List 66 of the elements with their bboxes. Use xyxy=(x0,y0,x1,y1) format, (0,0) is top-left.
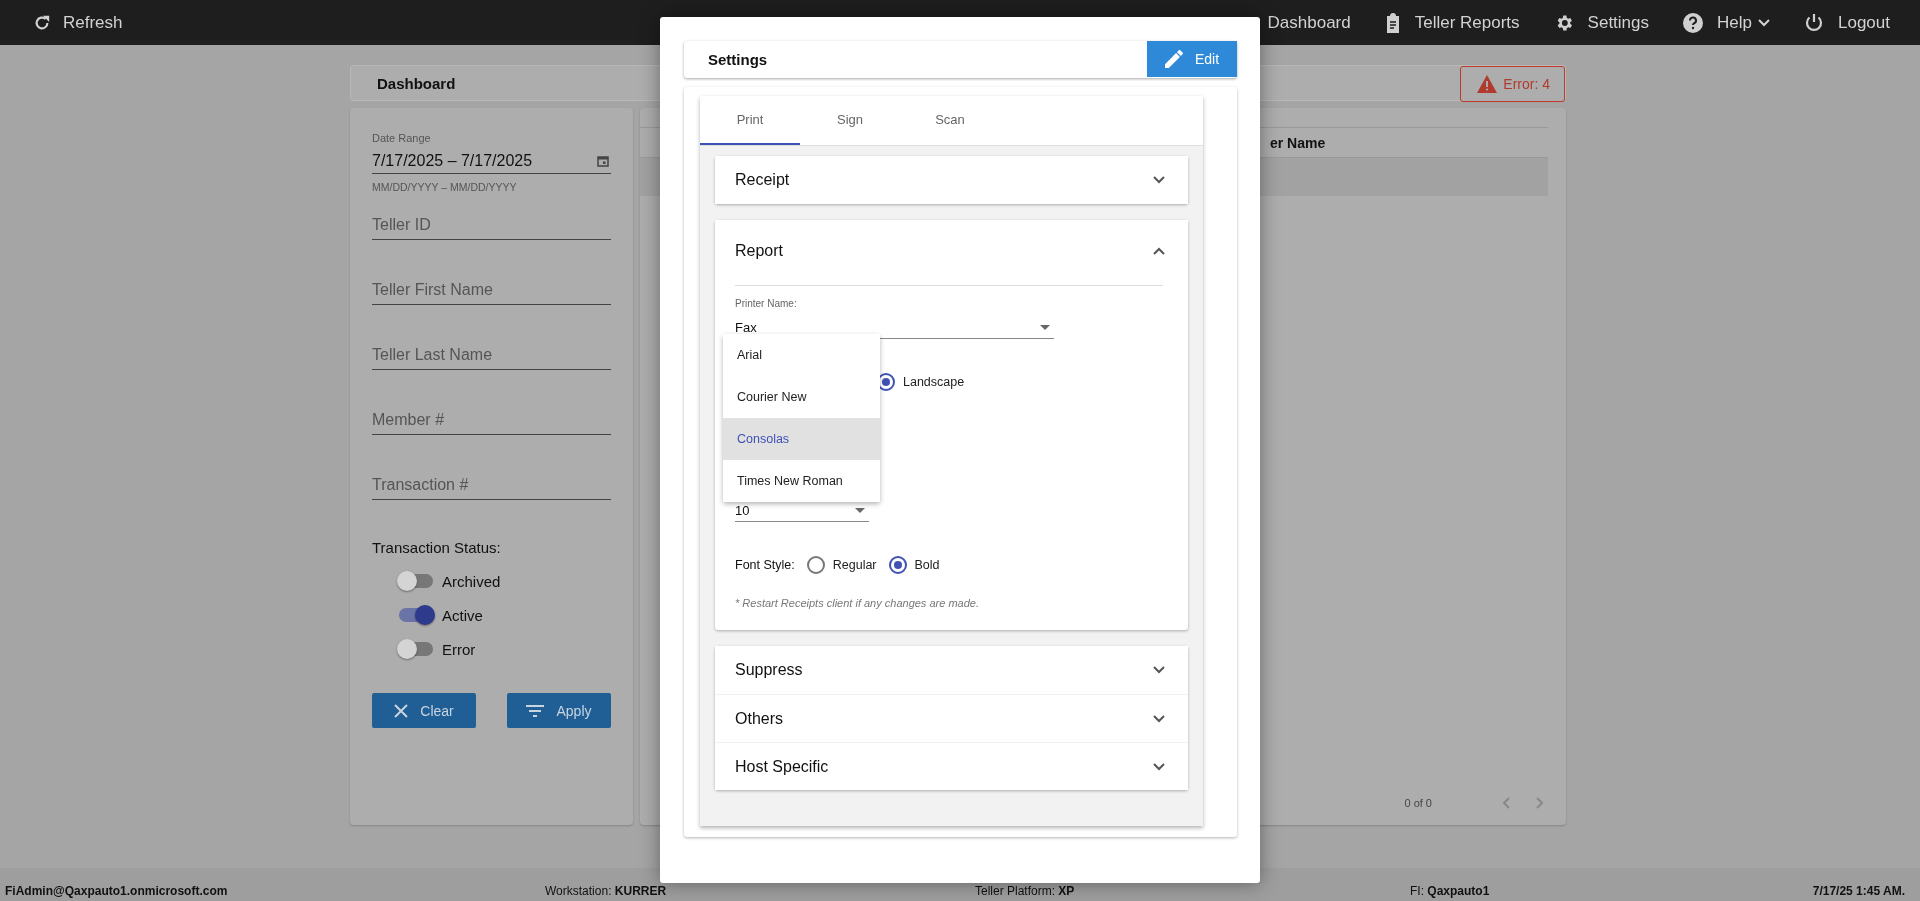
input-field[interactable]: Teller Last Name xyxy=(372,340,611,370)
dialog-title: Settings xyxy=(708,51,768,68)
nav-link[interactable]: Settings xyxy=(1553,12,1650,33)
nav-link[interactable]: Logout xyxy=(1804,12,1890,33)
clipboard-icon xyxy=(1384,12,1401,33)
clear-button[interactable]: Clear xyxy=(372,693,476,728)
close-icon xyxy=(394,703,409,718)
nav-link[interactable]: Help xyxy=(1683,12,1770,33)
panel-header[interactable]: Others xyxy=(715,694,1188,742)
time-text: 7/17/25 1:45 AM. xyxy=(1812,884,1905,898)
toggle-switch[interactable] xyxy=(399,642,433,656)
refresh-icon xyxy=(33,13,51,32)
toggle-switch[interactable] xyxy=(399,608,433,622)
input-field[interactable]: Member # xyxy=(372,405,611,435)
radio-option[interactable]: Bold xyxy=(888,556,940,574)
refresh-button[interactable]: Refresh xyxy=(33,12,123,33)
toggle-label: Active xyxy=(442,606,483,624)
chevron-down-icon xyxy=(1153,666,1165,674)
menu-item[interactable]: Arial xyxy=(723,334,880,376)
status-text: Teller Platform: XP xyxy=(975,884,1076,898)
field-label: Font Style: xyxy=(735,558,795,572)
status-label: Transaction Status: xyxy=(372,539,502,556)
panel-header[interactable]: Receipt xyxy=(715,156,1188,204)
caret-icon xyxy=(1040,324,1050,330)
status-text: FI: Qaxpauto1 xyxy=(1410,884,1490,898)
tab[interactable]: Scan xyxy=(900,96,1000,145)
note-text: * Restart Receipts client if any changes are made. xyxy=(735,597,980,609)
pencil-icon xyxy=(1164,50,1183,68)
column-header: er Name xyxy=(1270,134,1326,151)
tab[interactable]: Sign xyxy=(800,96,900,145)
toggle-switch[interactable] xyxy=(399,574,433,588)
apply-button[interactable]: Apply xyxy=(507,693,611,728)
field-label: Printer Name: xyxy=(735,298,798,310)
warning-icon xyxy=(1477,75,1498,93)
status-text: Workstation: KURRER xyxy=(545,884,668,898)
nav-link[interactable]: Dashboard xyxy=(1267,12,1351,33)
panel-header[interactable]: Suppress xyxy=(715,646,1188,694)
menu-item[interactable]: Courier New xyxy=(723,376,880,418)
tab[interactable]: Print xyxy=(700,96,800,145)
power-icon xyxy=(1804,12,1824,33)
menu-item[interactable]: Times New Roman xyxy=(723,460,880,502)
help-icon xyxy=(1683,12,1704,33)
user-text: FiAdmin@Qaxpauto1.onmicrosoft.com xyxy=(5,884,229,898)
date-range-field[interactable]: 7/17/2025 – 7/17/2025 xyxy=(372,148,611,174)
input-field[interactable]: Teller First Name xyxy=(372,275,611,305)
nav-link[interactable]: Teller Reports xyxy=(1384,12,1520,33)
pager-text: 0 of 0 xyxy=(1404,797,1432,809)
panel-header[interactable]: Report xyxy=(715,220,1188,282)
filter-icon xyxy=(526,704,545,717)
chevron-down-icon xyxy=(1153,762,1165,771)
calendar-icon xyxy=(597,155,609,167)
menu-item[interactable]: Consolas xyxy=(723,418,880,460)
caret-icon xyxy=(855,507,865,513)
toggle-label: Archived xyxy=(442,572,501,590)
chevron-down-icon xyxy=(1153,714,1165,723)
radio-option[interactable]: Regular xyxy=(806,556,877,574)
panel-header[interactable]: Host Specific xyxy=(715,742,1188,790)
chevron-down-icon xyxy=(1153,176,1165,184)
edit-button[interactable]: Edit xyxy=(1147,41,1237,77)
hint-text: MM/DD/YYYY – MM/DD/YYYY xyxy=(372,181,518,193)
field-label: Date Range xyxy=(372,132,432,144)
chevron-up-icon xyxy=(1153,247,1165,255)
toggle-label: Error xyxy=(442,640,476,658)
input-field[interactable]: Teller ID xyxy=(372,210,611,240)
input-field[interactable]: Transaction # xyxy=(372,470,611,500)
page-title: Dashboard xyxy=(377,74,456,92)
